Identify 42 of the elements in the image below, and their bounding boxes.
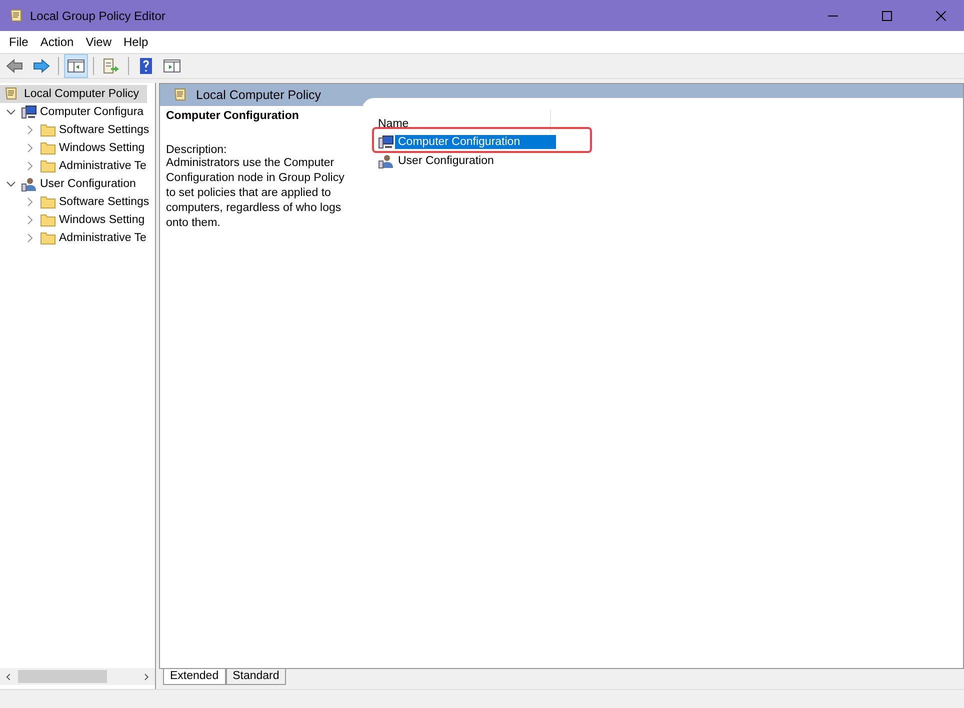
scroll-icon (3, 86, 19, 102)
menu-item[interactable]: Action (34, 33, 80, 51)
pane-title: Local Computer Policy (196, 88, 322, 102)
tree-item[interactable]: Windows Setting (59, 142, 145, 154)
tree-item[interactable]: Software Settings (59, 124, 150, 136)
tab[interactable]: Standard (226, 669, 286, 685)
maximize-icon[interactable] (882, 10, 892, 20)
close-icon[interactable] (936, 10, 946, 20)
tree-pane-icon[interactable] (64, 54, 88, 78)
menu-item[interactable]: File (3, 33, 34, 51)
user-icon (21, 176, 37, 192)
tree-item[interactable]: Computer Configura (40, 106, 144, 118)
folder-icon (40, 212, 56, 228)
folder-icon (40, 140, 56, 156)
list-item[interactable]: Computer Configuration (395, 134, 556, 148)
tree-item[interactable]: Local Computer Policy (0, 85, 147, 103)
list-item[interactable]: User Configuration (395, 154, 556, 168)
tree-item[interactable]: Administrative Te (59, 160, 146, 172)
computer-icon (21, 104, 37, 120)
menu-item[interactable]: View (80, 33, 118, 51)
menu-item[interactable]: Help (118, 33, 154, 51)
folder-icon (40, 122, 56, 138)
description-label: Description: (166, 144, 228, 156)
tree-item[interactable]: Software Settings (59, 196, 150, 208)
folder-icon (40, 194, 56, 210)
description-text: Administrators use the Computer Configuration node in Group Policy to set policies that are applied to computers, regardless of who logs onto them. (166, 156, 346, 231)
chevron-icon[interactable] (6, 179, 16, 189)
tree-item[interactable]: User Configuration (40, 178, 136, 190)
user-icon (378, 152, 394, 168)
horizontal-scrollbar[interactable] (0, 668, 155, 685)
column-header[interactable]: Name (378, 118, 409, 132)
tree-item[interactable]: Administrative Te (59, 232, 146, 244)
description-heading: Computer Configuration (166, 110, 300, 122)
scroll-icon (172, 87, 188, 103)
tab[interactable]: Extended (163, 669, 226, 685)
chevron-icon[interactable] (6, 107, 16, 117)
folder-icon (40, 230, 56, 246)
tree-item[interactable]: Windows Setting (59, 214, 145, 226)
scroll-icon (8, 8, 24, 24)
window-title: Local Group Policy Editor (30, 8, 166, 22)
computer-icon (378, 134, 394, 150)
folder-icon (40, 158, 56, 174)
